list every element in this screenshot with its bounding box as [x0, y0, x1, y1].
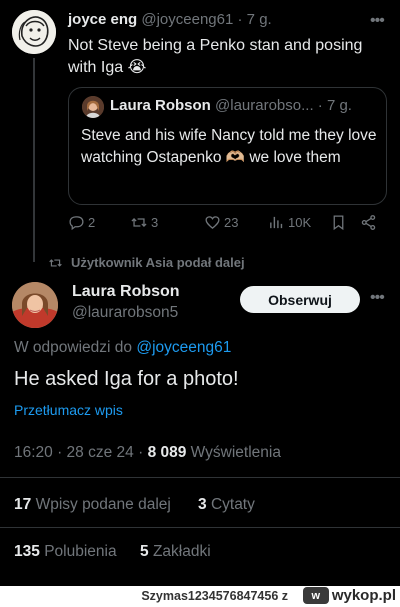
- parent-author-handle[interactable]: @joyceeng61: [141, 11, 233, 28]
- banner-credit: Szymas1234576847456 z: [141, 589, 288, 603]
- repost-notice: Użytkownik Asia podał dalej: [48, 255, 245, 270]
- tweet-meta: 16:20 · 28 cze 24 · 8 089 Wyświetlenia: [14, 444, 281, 462]
- wykop-site: wykop.pl: [331, 587, 396, 604]
- tweet-text: He asked Iga for a photo!: [14, 368, 239, 390]
- views-total: 8 089: [147, 444, 187, 461]
- bookmark-icon: [333, 215, 344, 231]
- translate-link[interactable]: Przetłumacz wpis: [14, 402, 123, 418]
- reply-handle-link[interactable]: @joyceeng61: [136, 339, 231, 356]
- views-count: 10K: [288, 215, 312, 230]
- quoted-tweet[interactable]: Laura Robson @laurarobso... · 7 g. Steve…: [68, 87, 387, 205]
- wykop-brand: w wykop.pl: [302, 587, 396, 604]
- wykop-logo-icon: w: [302, 587, 329, 604]
- reposts-label: Wpisy podane dalej: [35, 496, 171, 513]
- repost-notice-text[interactable]: Użytkownik Asia podał dalej: [71, 255, 245, 270]
- share-button[interactable]: [360, 214, 377, 231]
- like-button[interactable]: 23: [204, 214, 238, 231]
- parent-actions: 2 3 23 10K: [68, 214, 386, 236]
- quotes-label: Cytaty: [210, 496, 255, 513]
- author-handle[interactable]: @laurarobson5: [72, 304, 178, 322]
- parent-text: Not Steve being a Penko stan and posing …: [68, 37, 363, 76]
- bookmarks-stat[interactable]: 5 Zakładki: [140, 543, 211, 561]
- watermark-banner: Szymas1234576847456 z w wykop.pl: [0, 586, 400, 607]
- like-count: 23: [224, 215, 239, 230]
- thread-line: [33, 58, 35, 262]
- likes-label: Polubienia: [44, 543, 117, 560]
- quote-author-handle: @laurarobso...: [215, 97, 314, 114]
- reposts-stat[interactable]: 17 Wpisy podane dalej: [14, 496, 171, 514]
- reposts-count: 17: [14, 496, 32, 513]
- bookmarks-count: 5: [140, 543, 149, 560]
- quote-avatar: [82, 96, 104, 118]
- reply-button[interactable]: 2: [68, 214, 95, 231]
- repost-icon: [49, 258, 62, 267]
- avatar[interactable]: [12, 282, 58, 328]
- repost-icon: [131, 218, 147, 227]
- parent-author-name[interactable]: joyce eng: [68, 11, 137, 28]
- author-name[interactable]: Laura Robson: [72, 283, 180, 301]
- bookmarks-label: Zakładki: [152, 543, 211, 560]
- share-icon: [361, 215, 376, 230]
- quote-time: · 7 g.: [317, 97, 352, 114]
- more-icon[interactable]: •••: [370, 289, 385, 307]
- likes-stat[interactable]: 135 Polubienia: [14, 543, 117, 561]
- views-label: Wyświetlenia: [190, 444, 281, 461]
- reply-count: 2: [88, 215, 96, 230]
- quotes-count: 3: [198, 496, 207, 513]
- repost-count: 3: [151, 215, 159, 230]
- parent-time[interactable]: · 7 g.: [238, 11, 272, 28]
- quotes-stat[interactable]: 3 Cytaty: [198, 496, 255, 514]
- divider: [0, 527, 400, 528]
- bookmark-button[interactable]: [330, 214, 347, 231]
- avatar[interactable]: [12, 10, 56, 54]
- reply-context: W odpowiedzi do @joyceeng61: [14, 339, 231, 357]
- quote-text: Steve and his wife Nancy told me they lo…: [81, 127, 377, 166]
- parent-header: joyce eng @joyceeng61 · 7 g.: [68, 11, 272, 28]
- likes-count: 135: [14, 543, 40, 560]
- tweet-timestamp[interactable]: 16:20 · 28 cze 24 ·: [14, 444, 143, 461]
- divider: [0, 477, 400, 478]
- reply-icon: [69, 216, 84, 231]
- repost-button[interactable]: 3: [130, 214, 158, 231]
- quote-author-name: Laura Robson: [110, 97, 211, 114]
- views-button[interactable]: 10K: [268, 214, 311, 231]
- more-icon[interactable]: •••: [370, 12, 385, 30]
- quote-header: Laura Robson @laurarobso... · 7 g.: [110, 97, 352, 114]
- views-icon: [270, 216, 283, 229]
- follow-button[interactable]: Obserwuj: [240, 286, 360, 313]
- like-icon: [205, 216, 220, 229]
- reply-prefix: W odpowiedzi do: [14, 339, 133, 356]
